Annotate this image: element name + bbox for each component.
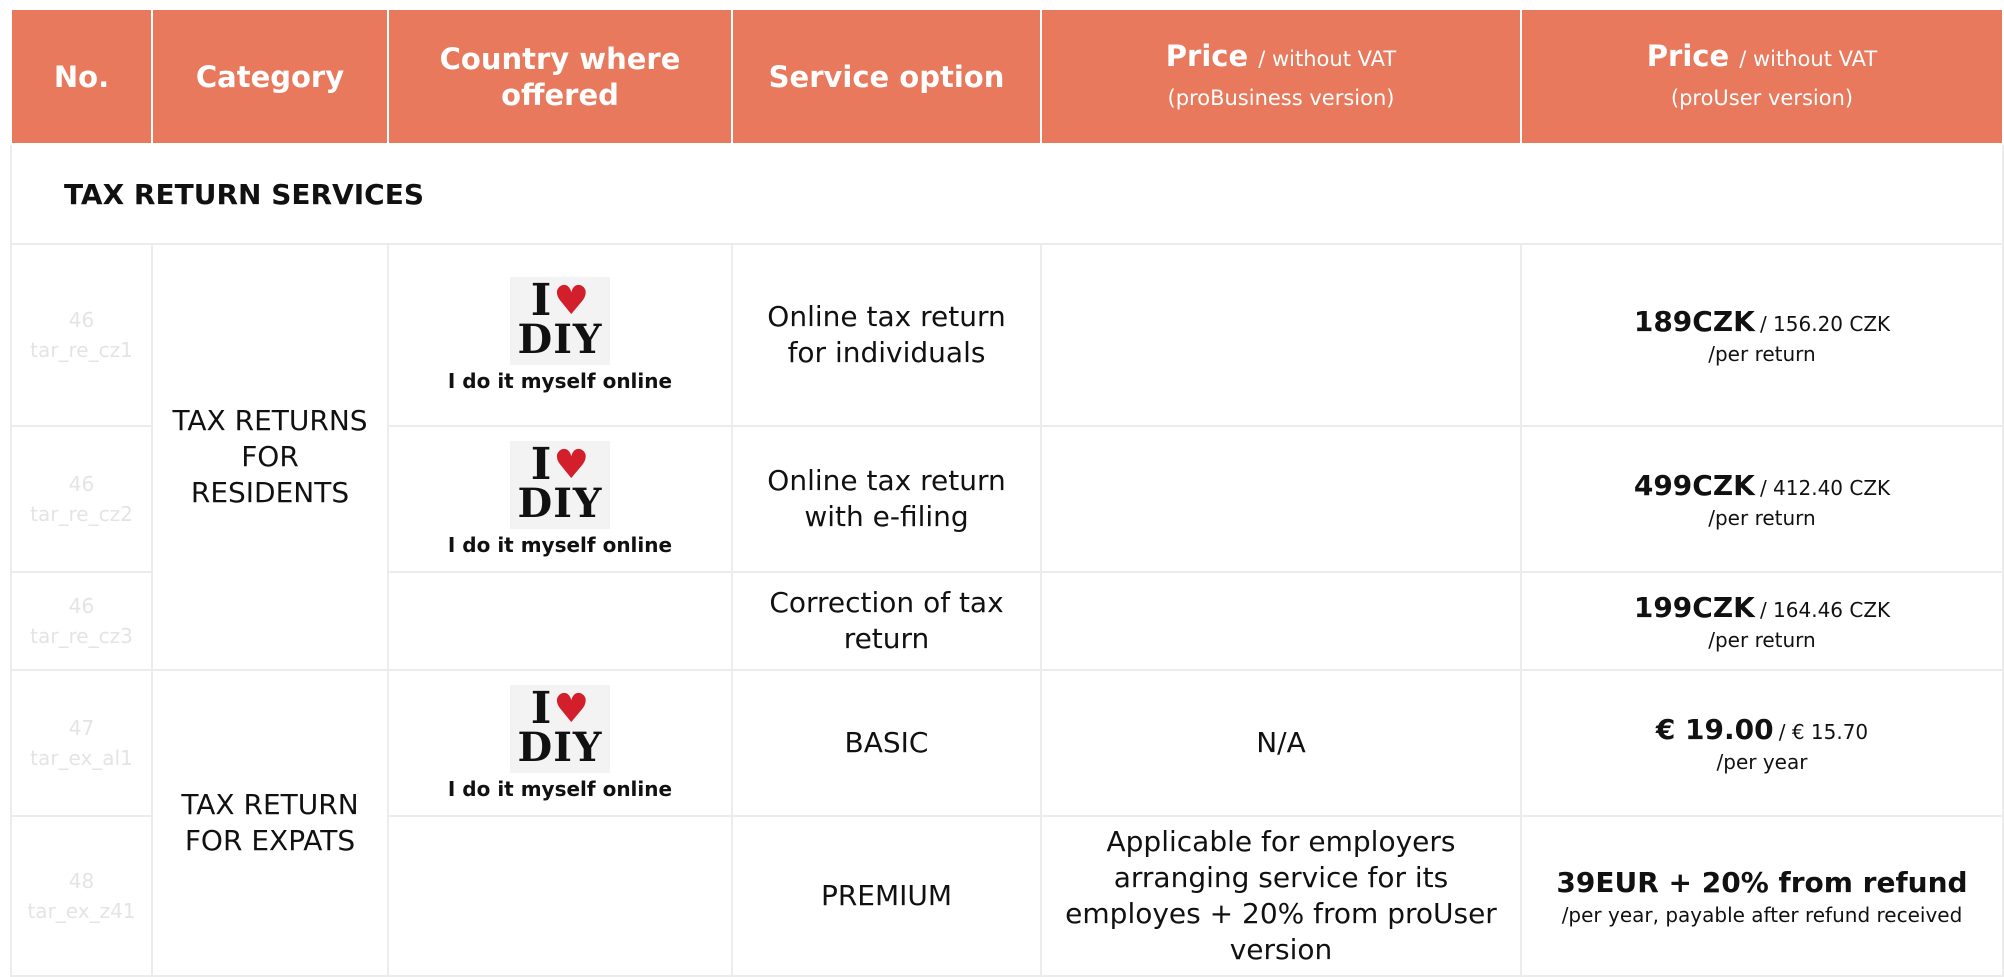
service-label: Correction of tax return (769, 586, 1004, 655)
country-cell: I ♥ DIY I do it myself online (387, 669, 733, 817)
logo-i: I (530, 439, 552, 490)
diy-logo: I ♥ DIY I do it myself online (448, 441, 672, 557)
price-main: 199CZK (1633, 590, 1755, 624)
row-code: tar_re_cz1 (30, 338, 133, 362)
country-cell (387, 815, 733, 977)
logo-caption: I do it myself online (447, 777, 673, 801)
logo-diy: DIY (517, 316, 603, 363)
row-number: 46 (68, 308, 95, 332)
table-row: 47 tar_ex_al1 TAX RETURN FOR EXPATS I ♥ D… (10, 669, 2004, 977)
header-service: Service option (731, 8, 1042, 145)
category-expats: TAX RETURN FOR EXPATS (151, 669, 389, 977)
pricing-table: No. Category Country where offered Servi… (10, 8, 2004, 977)
row-code: tar_ex_z41 (27, 899, 136, 923)
service-label: PREMIUM (820, 879, 953, 912)
logo-i: I (530, 275, 552, 326)
row-number-cell: 47 tar_ex_al1 (10, 669, 153, 817)
row-number-cell: 46 tar_re_cz2 (10, 425, 153, 573)
category-residents: TAX RETURNS FOR RESIDENTS (151, 243, 389, 671)
country-cell: I ♥ DIY I do it myself online (387, 243, 733, 427)
header-country: Country where offered (387, 8, 733, 145)
price-sub: / 164.46 CZK (1759, 597, 1891, 622)
diy-logo-image: I ♥ DIY (509, 275, 610, 365)
diy-logo: I ♥ DIY I do it myself online (448, 277, 672, 393)
diy-logo-image: I ♥ DIY (509, 439, 610, 529)
logo-caption: I do it myself online (447, 369, 673, 393)
without-vat-label: / without VAT (1258, 46, 1397, 71)
heart-icon: ♥ (553, 277, 590, 324)
table-row: 46 tar_re_cz1 TAX RETURNS FOR RESIDENTS … (10, 243, 2004, 671)
service-cell: Online tax return for individuals (731, 243, 1042, 427)
row-number-cell: 46 tar_re_cz3 (10, 571, 153, 671)
heart-icon: ♥ (553, 685, 590, 732)
price-per: /per return (1708, 341, 1816, 366)
heart-icon: ♥ (553, 441, 590, 488)
prouser-price-cell: 199CZK / 164.46 CZK /per return (1520, 571, 2004, 671)
probusiness-price-cell: N/A (1040, 669, 1522, 817)
row-number: 48 (68, 869, 95, 893)
logo-diy: DIY (517, 480, 603, 527)
section-row: TAX RETURN SERVICES (10, 143, 2004, 245)
row-number: 46 (68, 472, 95, 496)
service-label: BASIC (844, 726, 929, 759)
probusiness-price-cell (1040, 425, 1522, 573)
service-cell: BASIC (731, 669, 1042, 817)
price-main: 499CZK (1633, 468, 1755, 502)
country-cell: I ♥ DIY I do it myself online (387, 425, 733, 573)
without-vat-label: / without VAT (1739, 46, 1878, 71)
price-main: 39EUR + 20% from refund (1556, 865, 1968, 899)
price-sub: / 412.40 CZK (1759, 475, 1891, 500)
category-label: TAX RETURNS FOR RESIDENTS (172, 404, 368, 509)
service-label: Online tax return for individuals (767, 300, 1006, 369)
price-per: /per year, payable after refund received (1561, 902, 1963, 927)
probusiness-price-cell: Applicable for employers arranging servi… (1040, 815, 1522, 977)
price-sub: / € 15.70 (1778, 719, 1869, 744)
prouser-label: (proUser version) (1670, 85, 1854, 110)
row-code: tar_ex_al1 (30, 746, 133, 770)
probusiness-note: Applicable for employers arranging servi… (1065, 825, 1497, 966)
probusiness-label: (proBusiness version) (1167, 85, 1395, 110)
service-cell: Online tax return with e-filing (731, 425, 1042, 573)
price-sub: / 156.20 CZK (1759, 311, 1891, 336)
probusiness-price-cell (1040, 243, 1522, 427)
logo-diy: DIY (517, 724, 603, 771)
price-per: /per return (1708, 627, 1816, 652)
row-code: tar_re_cz2 (30, 502, 133, 526)
country-cell (387, 571, 733, 671)
service-label: Online tax return with e-filing (767, 464, 1006, 533)
row-number-cell: 48 tar_ex_z41 (10, 815, 153, 977)
header-category: Category (151, 8, 389, 145)
price-label: Price (1165, 38, 1249, 73)
diy-logo: I ♥ DIY I do it myself online (448, 685, 672, 801)
service-cell: Correction of tax return (731, 571, 1042, 671)
price-per: /per return (1708, 505, 1816, 530)
prouser-price-cell: € 19.00 / € 15.70 /per year (1520, 669, 2004, 817)
probusiness-price-cell (1040, 571, 1522, 671)
price-main: 189CZK (1633, 304, 1755, 338)
header-price-probusiness: Price / without VAT (proBusiness version… (1040, 8, 1522, 145)
row-number-cell: 46 tar_re_cz1 (10, 243, 153, 427)
header-price-prouser: Price / without VAT (proUser version) (1520, 8, 2004, 145)
row-number: 47 (68, 716, 95, 740)
logo-i: I (530, 683, 552, 734)
prouser-price-cell: 189CZK / 156.20 CZK /per return (1520, 243, 2004, 427)
header-no: No. (10, 8, 153, 145)
price-main: € 19.00 (1655, 712, 1774, 746)
diy-logo-image: I ♥ DIY (509, 683, 610, 773)
logo-caption: I do it myself online (447, 533, 673, 557)
service-cell: PREMIUM (731, 815, 1042, 977)
row-code: tar_re_cz3 (30, 624, 133, 648)
price-per: /per year (1716, 749, 1808, 774)
row-number: 46 (68, 594, 95, 618)
prouser-price-cell: 499CZK / 412.40 CZK /per return (1520, 425, 2004, 573)
price-label: Price (1646, 38, 1730, 73)
category-label: TAX RETURN FOR EXPATS (181, 788, 359, 857)
prouser-price-cell: 39EUR + 20% from refund /per year, payab… (1520, 815, 2004, 977)
section-title: TAX RETURN SERVICES (10, 143, 2004, 245)
header-row: No. Category Country where offered Servi… (10, 8, 2004, 145)
